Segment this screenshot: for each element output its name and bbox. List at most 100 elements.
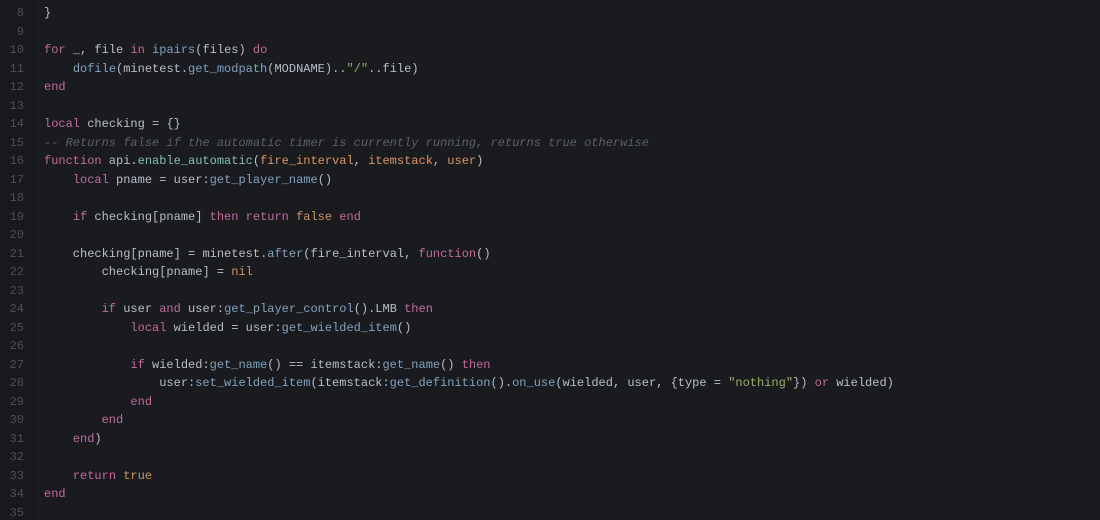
code-line[interactable]: checking[pname] = minetest.after(fire_in… bbox=[44, 245, 1100, 264]
token-kw: for bbox=[44, 43, 66, 57]
line-number: 15 bbox=[0, 134, 24, 153]
token-id: fire_interval bbox=[310, 247, 404, 261]
token-p: ( bbox=[253, 154, 260, 168]
code-editor[interactable]: 8910111213141516171819202122232425262728… bbox=[0, 0, 1100, 520]
code-line[interactable]: if user and user:get_player_control().LM… bbox=[44, 300, 1100, 319]
token-kw: function bbox=[419, 247, 477, 261]
code-line[interactable]: return true bbox=[44, 467, 1100, 486]
code-line[interactable] bbox=[44, 23, 1100, 42]
code-line[interactable]: function api.enable_automatic(fire_inter… bbox=[44, 152, 1100, 171]
code-line[interactable]: if wielded:get_name() == itemstack:get_n… bbox=[44, 356, 1100, 375]
code-line[interactable] bbox=[44, 504, 1100, 520]
token-type: itemstack bbox=[368, 154, 433, 168]
token-id: wielded bbox=[829, 376, 887, 390]
token-p: () bbox=[318, 173, 332, 187]
token-p: ] bbox=[202, 265, 216, 279]
token-id bbox=[44, 432, 73, 446]
token-bool: true bbox=[123, 469, 152, 483]
token-id: minetest bbox=[202, 247, 260, 261]
code-line[interactable]: end bbox=[44, 485, 1100, 504]
code-line[interactable] bbox=[44, 97, 1100, 116]
line-number: 10 bbox=[0, 41, 24, 60]
token-p: () bbox=[397, 321, 411, 335]
token-id: checking bbox=[87, 210, 152, 224]
code-line[interactable]: end bbox=[44, 411, 1100, 430]
token-p: . bbox=[181, 62, 188, 76]
line-number: 30 bbox=[0, 411, 24, 430]
token-op: = bbox=[714, 376, 728, 390]
token-id: wielded bbox=[563, 376, 613, 390]
token-p: ( bbox=[555, 376, 562, 390]
code-line[interactable]: -- Returns false if the automatic timer … bbox=[44, 134, 1100, 153]
token-kw: and bbox=[159, 302, 181, 316]
token-kw: end bbox=[339, 210, 361, 224]
code-line[interactable]: local pname = user:get_player_name() bbox=[44, 171, 1100, 190]
token-op: == bbox=[289, 358, 311, 372]
line-number: 34 bbox=[0, 485, 24, 504]
token-id: pname bbox=[166, 265, 202, 279]
token-id: file bbox=[94, 43, 130, 57]
token-nil: nil bbox=[231, 265, 253, 279]
token-p: (). bbox=[354, 302, 376, 316]
token-p: , bbox=[80, 43, 94, 57]
code-line[interactable]: local wielded = user:get_wielded_item() bbox=[44, 319, 1100, 338]
token-id: user bbox=[116, 302, 159, 316]
code-area[interactable]: } for _, file in ipairs(files) do dofile… bbox=[36, 0, 1100, 520]
token-id: checking bbox=[44, 247, 130, 261]
token-kw: then bbox=[462, 358, 491, 372]
token-p: () bbox=[440, 358, 462, 372]
line-number: 29 bbox=[0, 393, 24, 412]
token-p: : bbox=[202, 358, 209, 372]
code-line[interactable]: checking[pname] = nil bbox=[44, 263, 1100, 282]
code-line[interactable]: user:set_wielded_item(itemstack:get_defi… bbox=[44, 374, 1100, 393]
token-op: = bbox=[159, 173, 173, 187]
token-fncall: get_definition bbox=[390, 376, 491, 390]
token-id bbox=[44, 321, 130, 335]
token-cmt: -- Returns false if the automatic timer … bbox=[44, 136, 649, 150]
token-p: , bbox=[433, 154, 447, 168]
token-str: "nothing" bbox=[728, 376, 793, 390]
code-line[interactable] bbox=[44, 189, 1100, 208]
code-line[interactable] bbox=[44, 226, 1100, 245]
token-id: pname bbox=[138, 247, 174, 261]
code-line[interactable]: end bbox=[44, 393, 1100, 412]
token-id: user bbox=[181, 302, 217, 316]
token-id: user bbox=[174, 173, 203, 187]
token-fncall: set_wielded_item bbox=[195, 376, 310, 390]
line-number: 26 bbox=[0, 337, 24, 356]
token-p: ) bbox=[887, 376, 894, 390]
line-number: 11 bbox=[0, 60, 24, 79]
code-line[interactable]: for _, file in ipairs(files) do bbox=[44, 41, 1100, 60]
token-kw: then bbox=[404, 302, 433, 316]
line-number: 33 bbox=[0, 467, 24, 486]
token-type: fire_interval bbox=[260, 154, 354, 168]
code-line[interactable] bbox=[44, 282, 1100, 301]
token-kw: if bbox=[102, 302, 116, 316]
code-line[interactable]: local checking = {} bbox=[44, 115, 1100, 134]
line-number: 17 bbox=[0, 171, 24, 190]
token-fncall: on_use bbox=[512, 376, 555, 390]
token-id: checking bbox=[44, 265, 159, 279]
code-line[interactable]: } bbox=[44, 4, 1100, 23]
token-p: } bbox=[44, 6, 51, 20]
token-id bbox=[44, 469, 73, 483]
line-number: 21 bbox=[0, 245, 24, 264]
token-p: [ bbox=[130, 247, 137, 261]
token-kw: local bbox=[44, 117, 80, 131]
code-line[interactable]: end) bbox=[44, 430, 1100, 449]
token-p: ] bbox=[174, 247, 188, 261]
token-kw: in bbox=[130, 43, 144, 57]
code-line[interactable]: if checking[pname] then return false end bbox=[44, 208, 1100, 227]
line-number: 22 bbox=[0, 263, 24, 282]
code-line[interactable] bbox=[44, 448, 1100, 467]
token-id bbox=[44, 173, 73, 187]
code-line[interactable] bbox=[44, 337, 1100, 356]
code-line[interactable]: end bbox=[44, 78, 1100, 97]
token-id: pname bbox=[159, 210, 195, 224]
token-p: ] bbox=[195, 210, 209, 224]
token-p: ) bbox=[94, 432, 101, 446]
token-fncall: dofile bbox=[73, 62, 116, 76]
token-p: ( bbox=[310, 376, 317, 390]
line-number: 9 bbox=[0, 23, 24, 42]
code-line[interactable]: dofile(minetest.get_modpath(MODNAME).."/… bbox=[44, 60, 1100, 79]
